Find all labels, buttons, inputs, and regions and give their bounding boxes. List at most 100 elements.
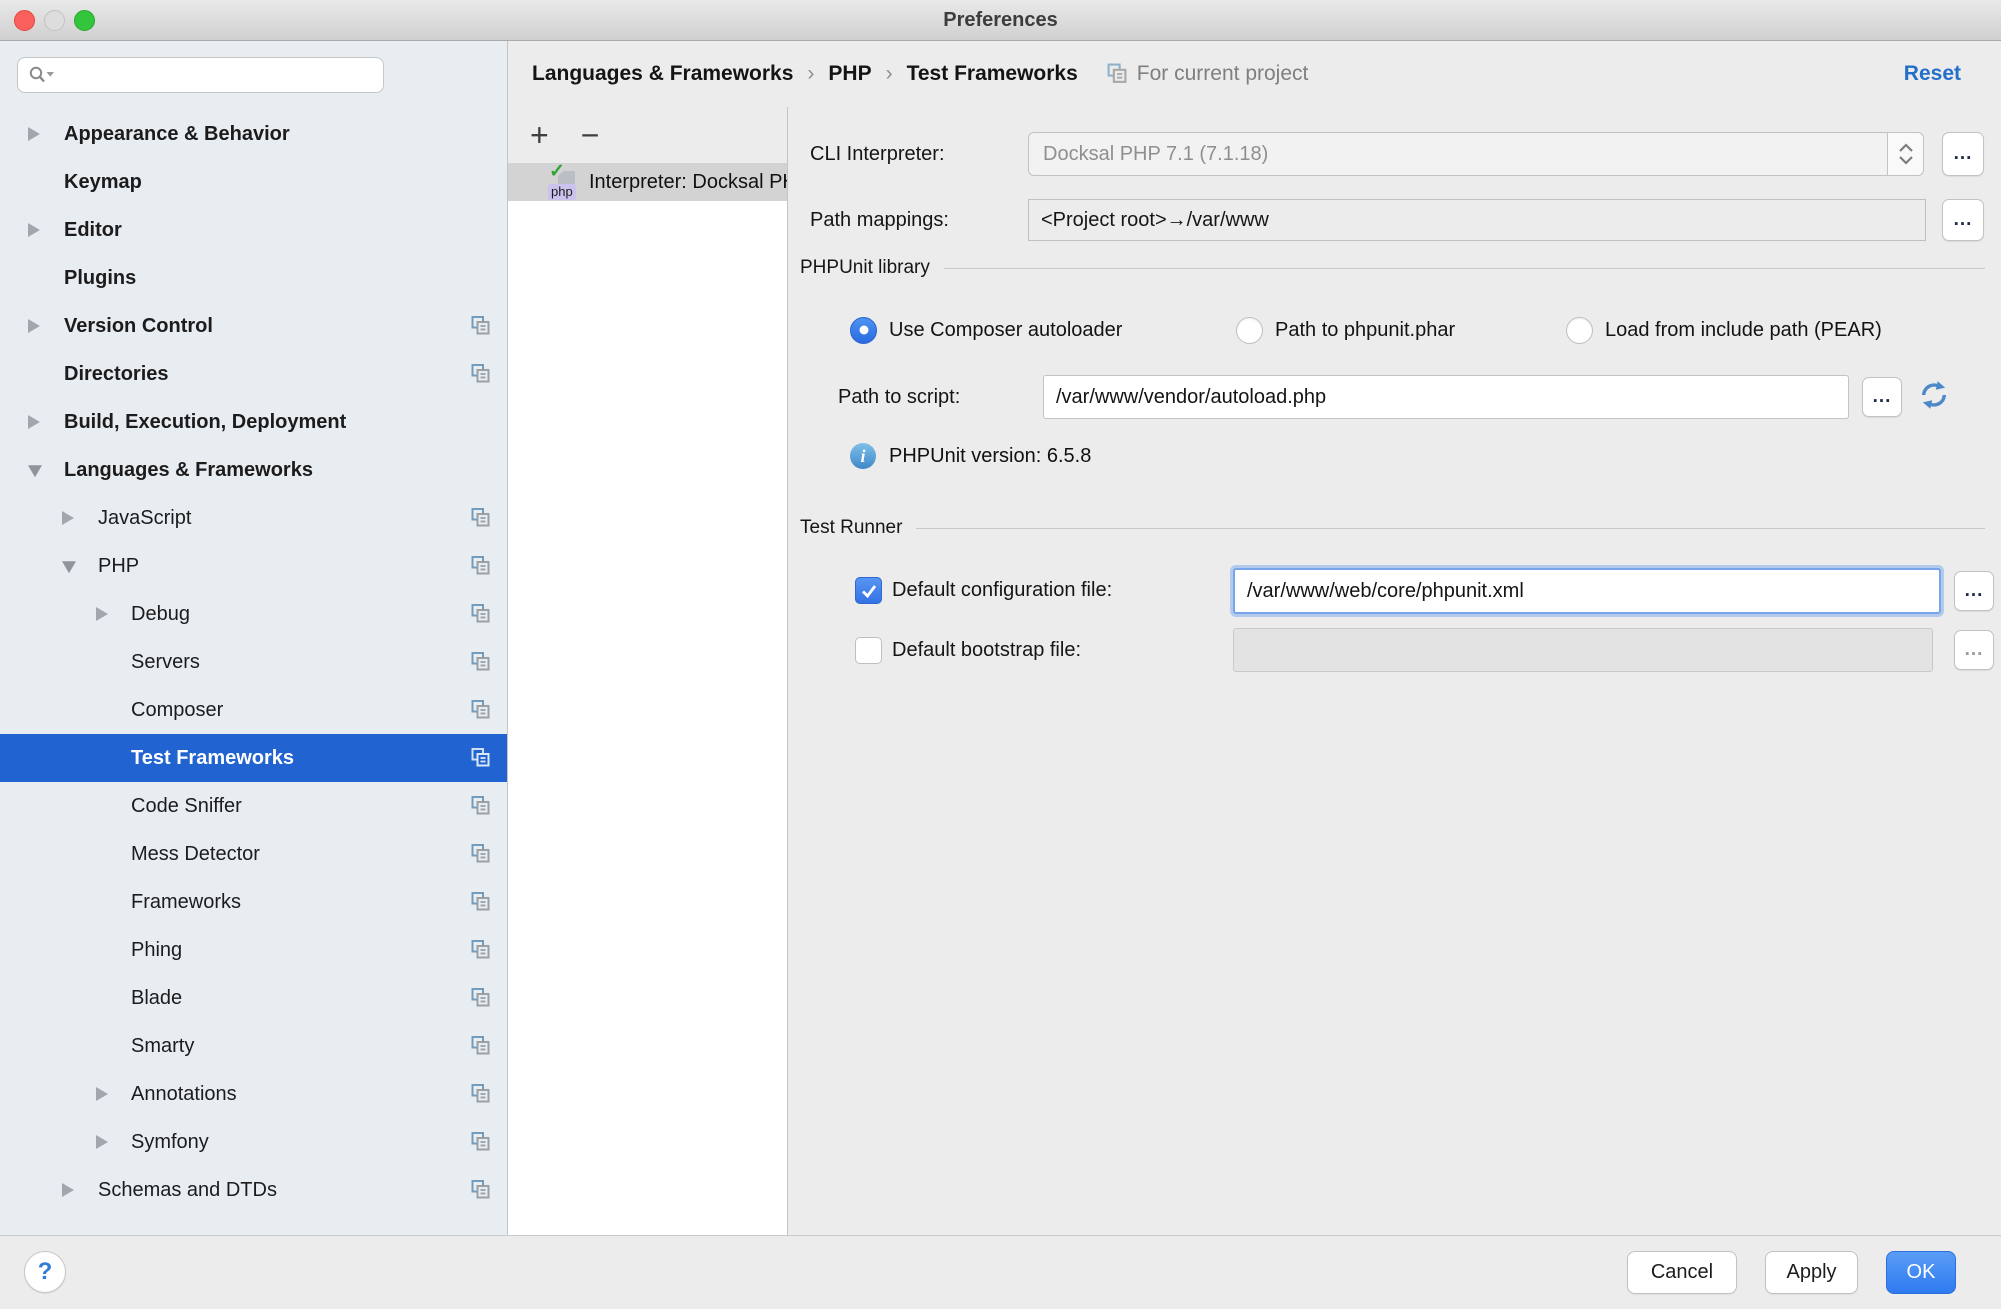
sidebar-item-blade[interactable]: Blade [0,974,507,1022]
chevron-right-icon[interactable] [28,223,40,237]
sidebar-item-label: Keymap [64,171,142,194]
default-config-browse-button[interactable]: ... [1954,571,1994,611]
sidebar-item-code-sniffer[interactable]: Code Sniffer [0,782,507,830]
current-project-icon [470,652,491,673]
sidebar-item-symfony[interactable]: Symfony [0,1118,507,1166]
search-input[interactable] [61,63,383,87]
sidebar-item-version-control[interactable]: Version Control [0,302,507,350]
scope-label: For current project [1137,62,1309,86]
ok-button[interactable]: OK [1886,1251,1956,1294]
chevron-right-icon[interactable] [28,415,40,429]
path-to-script-input[interactable]: /var/www/vendor/autoload.php [1043,375,1849,419]
default-config-value: /var/www/web/core/phpunit.xml [1247,580,1524,603]
sidebar-item-label: Editor [64,219,122,242]
radio-composer-autoloader[interactable]: Use Composer autoloader [850,313,1122,347]
current-project-icon [470,844,491,865]
php-interpreter-icon [548,167,578,197]
sidebar-item-appearance-behavior[interactable]: Appearance & Behavior [0,110,507,158]
path-to-script-value: /var/www/vendor/autoload.php [1056,386,1326,409]
default-config-input[interactable]: /var/www/web/core/phpunit.xml [1233,568,1941,614]
current-project-icon [470,988,491,1009]
refresh-icon[interactable] [1918,379,1950,416]
chevron-right-icon[interactable] [96,1135,108,1149]
stepper-icon[interactable] [1887,133,1923,175]
sidebar-item-mess-detector[interactable]: Mess Detector [0,830,507,878]
path-mappings-browse-button[interactable]: ... [1942,199,1984,241]
current-project-icon [470,700,491,721]
current-project-icon [470,556,491,577]
sidebar-item-annotations[interactable]: Annotations [0,1070,507,1118]
sidebar-item-phing[interactable]: Phing [0,926,507,974]
sidebar-item-test-frameworks[interactable]: Test Frameworks [0,734,507,782]
help-button[interactable]: ? [24,1251,66,1293]
radio-label: Use Composer autoloader [889,319,1122,342]
reset-link[interactable]: Reset [1904,62,1961,86]
sidebar-item-servers[interactable]: Servers [0,638,507,686]
cancel-button[interactable]: Cancel [1627,1251,1737,1294]
section-rule [944,268,1985,269]
add-button[interactable]: + [530,119,549,151]
current-project-icon [470,1132,491,1153]
default-config-label: Default configuration file: [892,565,1112,615]
radio-on-icon[interactable] [850,317,877,344]
path-to-script-browse-button[interactable]: ... [1862,377,1902,417]
current-project-icon [470,1180,491,1201]
sidebar-item-smarty[interactable]: Smarty [0,1022,507,1070]
path-mappings-field[interactable]: <Project root>→/var/www [1028,199,1926,241]
interpreter-list-item[interactable]: Interpreter: Docksal PHP 7.1 [508,163,787,201]
sidebar-item-editor[interactable]: Editor [0,206,507,254]
search-field[interactable] [17,57,384,93]
breadcrumb-item: Test Frameworks [907,62,1078,86]
sidebar-item-label: Annotations [131,1083,237,1106]
chevron-right-icon[interactable] [28,319,40,333]
chevron-right-icon[interactable] [96,607,108,621]
sidebar-item-label: Code Sniffer [131,795,242,818]
settings-header: Languages & Frameworks › PHP › Test Fram… [508,41,2001,107]
sidebar-item-frameworks[interactable]: Frameworks [0,878,507,926]
radio-include-path-pear[interactable]: Load from include path (PEAR) [1566,313,1882,347]
interpreter-list-item-label: Interpreter: Docksal PHP 7.1 [589,171,787,194]
default-bootstrap-browse-button[interactable]: ... [1954,630,1994,670]
section-title: PHPUnit library [800,257,930,279]
cli-interpreter-select[interactable]: Docksal PHP 7.1 (7.1.18) [1028,132,1924,176]
sidebar-item-languages-frameworks[interactable]: Languages & Frameworks [0,446,507,494]
sidebar-item-javascript[interactable]: JavaScript [0,494,507,542]
path-mappings-label: Path mappings: [810,199,949,241]
sidebar-item-keymap[interactable]: Keymap [0,158,507,206]
sidebar-item-label: Test Frameworks [131,747,294,770]
default-bootstrap-input[interactable] [1233,628,1933,672]
sidebar-item-debug[interactable]: Debug [0,590,507,638]
settings-sidebar: Appearance & Behavior Keymap Editor Plugins… [0,41,508,1235]
title-bar: Preferences [0,0,2001,41]
cli-interpreter-browse-button[interactable]: ... [1942,132,1984,176]
sidebar-item-plugins[interactable]: Plugins [0,254,507,302]
default-bootstrap-checkbox[interactable] [855,637,882,664]
sidebar-item-php[interactable]: PHP [0,542,507,590]
chevron-down-icon[interactable] [62,561,76,573]
breadcrumb-item[interactable]: Languages & Frameworks [532,62,793,86]
default-bootstrap-label: Default bootstrap file: [892,625,1081,675]
sidebar-item-label: Frameworks [131,891,241,914]
default-config-checkbox[interactable] [855,577,882,604]
current-project-icon [470,796,491,817]
radio-phpunit-phar[interactable]: Path to phpunit.phar [1236,313,1455,347]
path-to-script-label: Path to script: [838,375,960,419]
sidebar-item-build-execution-deployment[interactable]: Build, Execution, Deployment [0,398,507,446]
radio-off-icon[interactable] [1566,317,1593,344]
chevron-right-icon[interactable] [28,127,40,141]
apply-button[interactable]: Apply [1765,1251,1858,1294]
sidebar-item-schemas-and-dtds[interactable]: Schemas and DTDs [0,1166,507,1214]
chevron-down-icon[interactable] [28,465,42,477]
sidebar-item-label: PHP [98,555,139,578]
chevron-right-icon[interactable] [62,511,74,525]
sidebar-item-label: Symfony [131,1131,209,1154]
radio-off-icon[interactable] [1236,317,1263,344]
current-project-icon [470,508,491,529]
sidebar-item-directories[interactable]: Directories [0,350,507,398]
remove-button[interactable]: − [581,119,600,151]
sidebar-item-label: JavaScript [98,507,191,530]
breadcrumb-item[interactable]: PHP [828,62,871,86]
chevron-right-icon[interactable] [96,1087,108,1101]
chevron-right-icon[interactable] [62,1183,74,1197]
sidebar-item-composer[interactable]: Composer [0,686,507,734]
